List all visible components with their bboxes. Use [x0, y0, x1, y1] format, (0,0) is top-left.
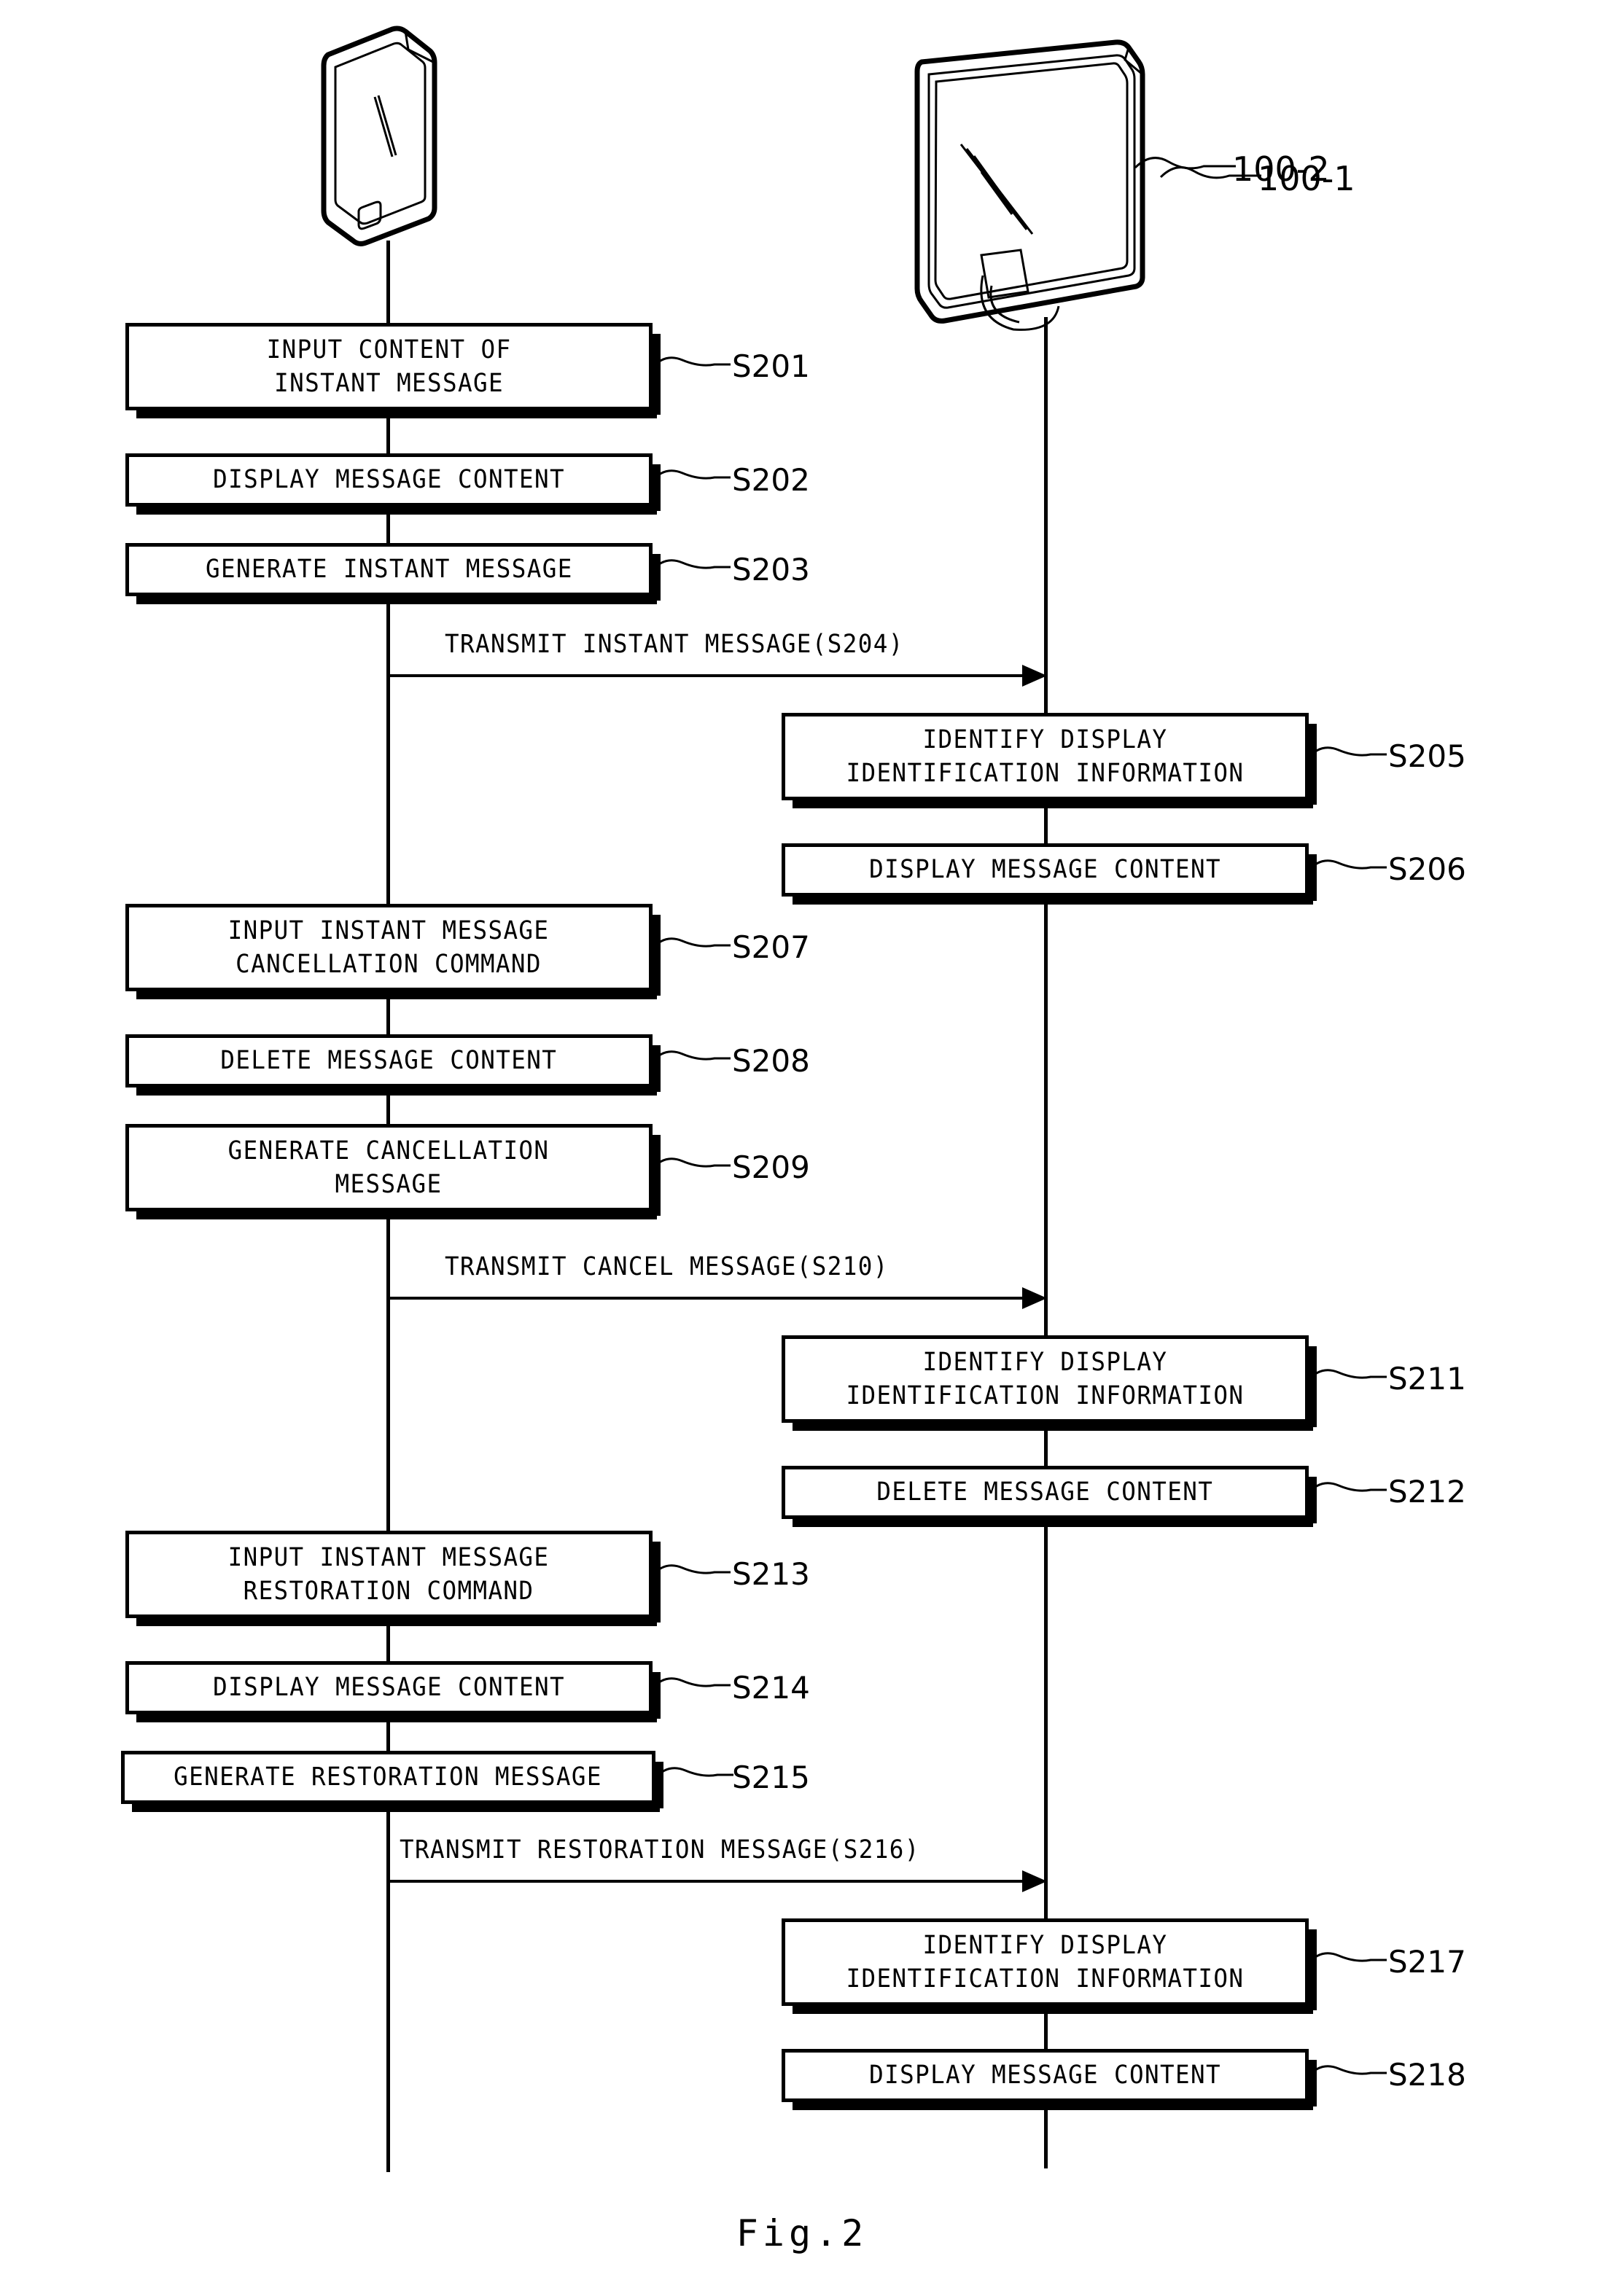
step-label-s206: S206 [1388, 851, 1466, 887]
process-box-s208-text: DELETE MESSAGE CONTENT [220, 1046, 558, 1076]
tv-device-label: 100-2 [1232, 149, 1330, 189]
leader-s203 [650, 559, 731, 571]
process-box-s211-text: IDENTIFY DISPLAY IDENTIFICATION INFORMAT… [846, 1347, 1245, 1410]
tv-device-leader-line [1134, 157, 1236, 170]
process-box-s205[interactable]: IDENTIFY DISPLAY IDENTIFICATION INFORMAT… [782, 713, 1317, 808]
smartphone-icon [321, 26, 437, 246]
message-arrow-s216 [388, 1880, 1024, 1883]
figure-canvas: 100-1 100-2 INPUT CONTENT OF INSTANT MES… [0, 0, 1604, 2296]
step-label-s208: S208 [732, 1043, 810, 1079]
step-label-s217: S217 [1388, 1944, 1466, 1980]
process-box-s202-text: DISPLAY MESSAGE CONTENT [213, 465, 565, 495]
step-label-s205: S205 [1388, 738, 1466, 774]
process-box-s206-text: DISPLAY MESSAGE CONTENT [869, 855, 1221, 885]
process-box-s201[interactable]: INPUT CONTENT OF INSTANT MESSAGE [125, 323, 661, 418]
process-box-s213-text: INPUT INSTANT MESSAGE RESTORATION COMMAN… [228, 1542, 550, 1606]
step-label-s215: S215 [732, 1760, 810, 1795]
process-box-s217[interactable]: IDENTIFY DISPLAY IDENTIFICATION INFORMAT… [782, 1918, 1317, 2014]
leader-s213 [650, 1564, 731, 1577]
step-label-s214: S214 [732, 1670, 810, 1706]
leader-s214 [650, 1677, 731, 1690]
leader-s205 [1307, 746, 1387, 759]
process-box-s213[interactable]: INPUT INSTANT MESSAGE RESTORATION COMMAN… [125, 1531, 661, 1626]
message-label-s210: TRANSMIT CANCEL MESSAGE(S210) [445, 1252, 889, 1281]
process-box-s207-text: INPUT INSTANT MESSAGE CANCELLATION COMMA… [228, 915, 550, 979]
process-box-s209[interactable]: GENERATE CANCELLATION MESSAGE [125, 1124, 661, 1219]
process-box-s202[interactable]: DISPLAY MESSAGE CONTENT [125, 453, 661, 515]
process-box-s211[interactable]: IDENTIFY DISPLAY IDENTIFICATION INFORMAT… [782, 1335, 1317, 1431]
step-label-s203: S203 [732, 552, 810, 587]
step-label-s211: S211 [1388, 1361, 1466, 1397]
television-icon [914, 39, 1145, 331]
leader-s211 [1307, 1369, 1387, 1381]
leader-s202 [650, 469, 731, 482]
process-box-s212[interactable]: DELETE MESSAGE CONTENT [782, 1466, 1317, 1527]
figure-caption: Fig.2 [736, 2212, 868, 2254]
leader-s212 [1307, 1482, 1387, 1494]
leader-s208 [650, 1050, 731, 1063]
step-label-s207: S207 [732, 929, 810, 965]
leader-s201 [650, 356, 731, 369]
message-arrowhead-s216 [1022, 1870, 1047, 1892]
message-label-s216: TRANSMIT RESTORATION MESSAGE(S216) [400, 1835, 920, 1864]
process-box-s217-text: IDENTIFY DISPLAY IDENTIFICATION INFORMAT… [846, 1930, 1245, 1994]
process-box-s212-text: DELETE MESSAGE CONTENT [876, 1477, 1214, 1507]
process-box-s214-text: DISPLAY MESSAGE CONTENT [213, 1673, 565, 1703]
process-box-s205-text: IDENTIFY DISPLAY IDENTIFICATION INFORMAT… [846, 725, 1245, 788]
process-box-s215-text: GENERATE RESTORATION MESSAGE [174, 1762, 603, 1792]
process-box-s201-text: INPUT CONTENT OF INSTANT MESSAGE [266, 335, 512, 398]
leader-s209 [650, 1157, 731, 1170]
leader-s206 [1307, 859, 1387, 872]
message-arrowhead-s210 [1022, 1287, 1047, 1309]
process-box-s218[interactable]: DISPLAY MESSAGE CONTENT [782, 2049, 1317, 2110]
process-box-s209-text: GENERATE CANCELLATION MESSAGE [228, 1136, 550, 1199]
process-box-s203-text: GENERATE INSTANT MESSAGE [205, 555, 573, 585]
process-box-s215[interactable]: GENERATE RESTORATION MESSAGE [121, 1751, 663, 1812]
process-box-s203[interactable]: GENERATE INSTANT MESSAGE [125, 543, 661, 604]
process-box-s218-text: DISPLAY MESSAGE CONTENT [869, 2061, 1221, 2090]
message-label-s204: TRANSMIT INSTANT MESSAGE(S204) [445, 630, 904, 659]
leader-s217 [1307, 1952, 1387, 1964]
step-label-s218: S218 [1388, 2057, 1466, 2093]
process-box-s214[interactable]: DISPLAY MESSAGE CONTENT [125, 1661, 661, 1722]
leader-s215 [653, 1767, 733, 1779]
step-label-s202: S202 [732, 462, 810, 498]
step-label-s213: S213 [732, 1556, 810, 1592]
leader-s207 [650, 937, 731, 950]
step-label-s209: S209 [732, 1149, 810, 1185]
process-box-s206[interactable]: DISPLAY MESSAGE CONTENT [782, 843, 1317, 905]
message-arrow-s204 [388, 674, 1024, 677]
message-arrowhead-s204 [1022, 665, 1047, 687]
process-box-s208[interactable]: DELETE MESSAGE CONTENT [125, 1034, 661, 1096]
message-arrow-s210 [388, 1297, 1024, 1300]
step-label-s212: S212 [1388, 1474, 1466, 1510]
step-label-s201: S201 [732, 348, 810, 384]
process-box-s207[interactable]: INPUT INSTANT MESSAGE CANCELLATION COMMA… [125, 904, 661, 999]
leader-s218 [1307, 2065, 1387, 2077]
